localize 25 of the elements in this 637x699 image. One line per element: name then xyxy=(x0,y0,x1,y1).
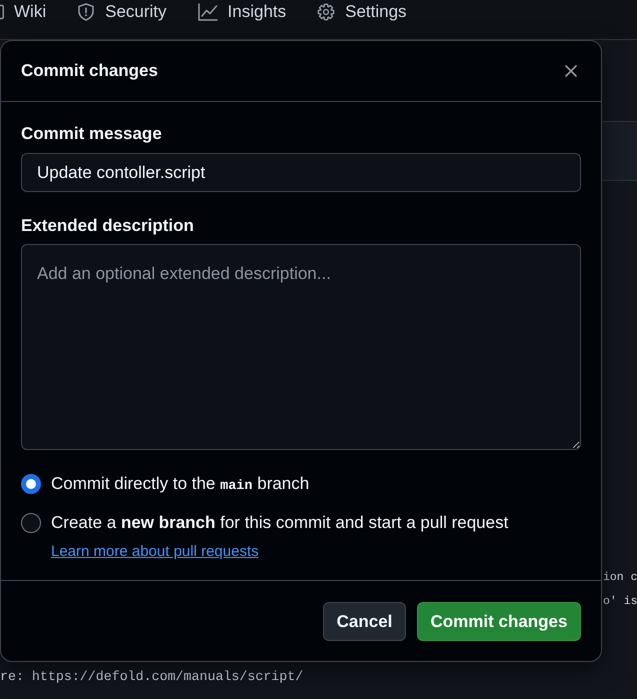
code-line: o' is xyxy=(603,594,637,610)
file-header-bar xyxy=(601,121,637,181)
shield-icon xyxy=(77,3,96,21)
field-label: Extended description xyxy=(21,215,195,237)
nav-tab[interactable]: Wiki xyxy=(0,0,46,24)
nav-tab[interactable]: Insights xyxy=(198,0,286,24)
option-label: Commit directly to the main branch xyxy=(51,473,310,496)
dialog-title: Commit changes xyxy=(21,60,158,82)
field-label: Commit message xyxy=(21,123,163,145)
gear-icon xyxy=(317,3,336,21)
partial-icon xyxy=(0,4,4,20)
nav-tab[interactable]: Security xyxy=(77,0,167,24)
code-line: re: https://defold.com/manuals/script/ xyxy=(0,668,304,686)
radio-button[interactable] xyxy=(21,474,41,494)
option-label: Create a new branch for this commit and start a pull request Learn more about pull requests xyxy=(51,512,510,562)
code-line: ion c xyxy=(603,570,637,586)
close-icon xyxy=(565,65,577,77)
radio-button[interactable] xyxy=(21,513,41,533)
graph-icon xyxy=(198,3,218,21)
commit-message-field[interactable]: Update contoller.script xyxy=(21,153,581,192)
description-field[interactable]: Add an optional extended description... xyxy=(21,244,581,450)
commit-button[interactable]: Commit changes xyxy=(417,602,581,640)
cancel-button[interactable]: Cancel xyxy=(323,602,406,640)
pull-request-link[interactable]: Learn more about pull requests xyxy=(51,543,259,560)
nav-tab[interactable]: Settings xyxy=(317,0,407,24)
